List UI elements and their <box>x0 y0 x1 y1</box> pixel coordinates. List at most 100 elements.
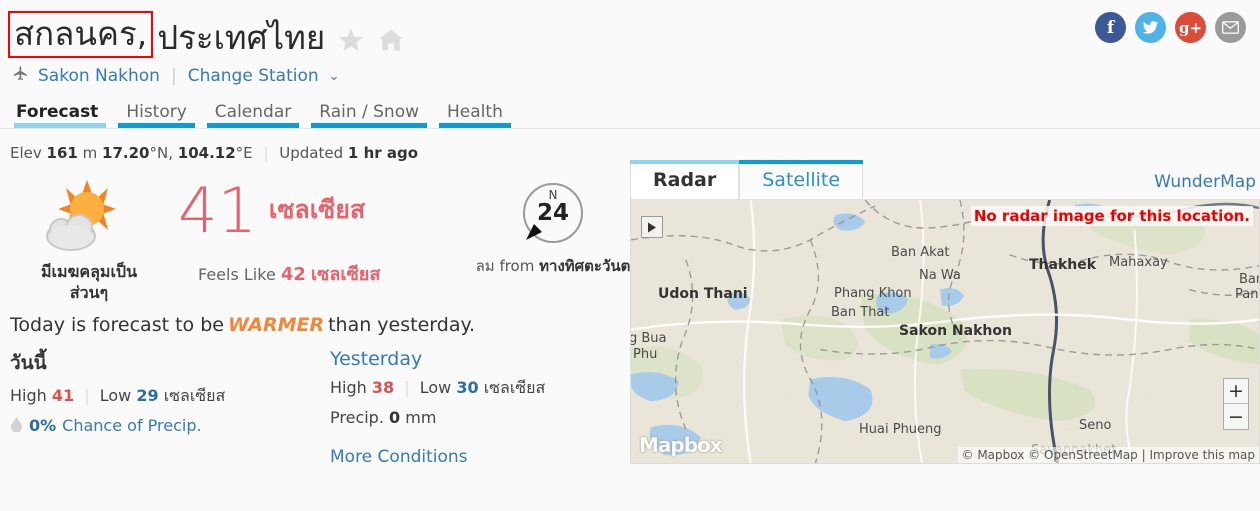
wind-direction-text: ลม from ทางทิศตะวันต <box>458 254 648 278</box>
today-column: วันนี้ High 41 | Low 29 เซลเซียส 0% Chan… <box>10 348 330 467</box>
yesterday-precip-row: Precip. 0 mm <box>330 408 660 427</box>
yesterday-precip-label: Precip. <box>330 407 384 427</box>
zoom-out-button[interactable]: − <box>1224 404 1248 429</box>
updated-value: 1 hr ago <box>347 144 419 162</box>
forecast-headline-emphasis: WARMER <box>227 313 325 336</box>
map-label: Na Wa <box>919 268 961 283</box>
googleplus-share-icon[interactable]: g+ <box>1175 12 1206 43</box>
tab-underline <box>118 123 195 128</box>
today-title: วันนี้ <box>10 351 47 374</box>
today-precip-row: 0% Chance of Precip. <box>10 416 330 436</box>
tab-underline <box>311 123 428 128</box>
map-tab-radar[interactable]: Radar <box>630 160 740 200</box>
yesterday-column: Yesterday High 38 | Low 30 เซลเซียส Prec… <box>330 348 660 467</box>
today-precip-value: 0% <box>29 416 57 436</box>
email-share-icon[interactable] <box>1215 12 1246 43</box>
page-title: สกลนคร, <box>14 13 148 53</box>
map-label: Ban N <box>1239 272 1259 287</box>
home-icon[interactable] <box>377 26 405 58</box>
sun-behind-cloud-icon <box>0 178 178 260</box>
zoom-in-button[interactable]: + <box>1224 379 1248 404</box>
wundermap-link[interactable]: WunderMap <box>1154 172 1256 192</box>
wind-block: N 24 ลม from ทางทิศตะวันต <box>458 174 648 278</box>
today-row-divider: | <box>84 385 90 405</box>
today-high-label: High <box>10 385 47 405</box>
elev-label: Elev <box>10 144 42 162</box>
map-label: Phang Khon <box>834 286 912 301</box>
wind-direction-value: ทางทิศตะวันต <box>539 257 631 275</box>
condition-text: มีเมฆคลุมเป็น ส่วนๆ <box>0 262 178 304</box>
tab-health-label: Health <box>447 102 503 122</box>
tab-health[interactable]: Health <box>433 102 517 128</box>
feels-like-unit: เซลเซียส <box>311 263 381 285</box>
twitter-share-icon[interactable] <box>1135 12 1166 43</box>
wind-compass-icon: N 24 <box>520 180 586 246</box>
map-label: Phu <box>633 347 658 362</box>
condition-text-line2: ส่วนๆ <box>69 282 109 302</box>
map-viewport[interactable]: Ban Akat Na Wa Phang Khon Ban That Thakh… <box>630 200 1260 464</box>
map-label: Ban That <box>831 305 890 320</box>
yesterday-row-divider: | <box>404 377 410 397</box>
map-panel: Radar Satellite WunderMap Ban Akat Na Wa… <box>630 158 1260 464</box>
more-conditions-link[interactable]: More Conditions <box>330 447 660 467</box>
tab-calendar[interactable]: Calendar <box>201 102 305 128</box>
today-low-label: Low <box>99 385 132 405</box>
no-radar-message: No radar image for this location. <box>970 206 1253 226</box>
map-label: g Bua <box>630 331 667 346</box>
map-tabs: Radar Satellite WunderMap <box>630 158 1260 200</box>
station-row: Sakon Nakhon | Change Station ⌄ <box>8 58 1260 88</box>
yesterday-high-label: High <box>330 377 367 397</box>
yesterday-title[interactable]: Yesterday <box>330 348 660 370</box>
map-label: Ban Akat <box>891 245 950 260</box>
airplane-icon <box>10 65 31 87</box>
elev-unit: m <box>82 144 98 162</box>
page-header: สกลนคร, ประเทศไทย Sakon Nakhon | Change … <box>0 0 1260 88</box>
longitude-unit: °E <box>235 144 253 162</box>
yesterday-precip-value: 0 <box>389 407 401 427</box>
tab-history[interactable]: History <box>112 102 200 128</box>
tab-rain-snow-label: Rain / Snow <box>319 102 420 122</box>
today-unit: เซลเซียส <box>163 385 226 405</box>
country-name: ประเทศไทย <box>157 17 326 57</box>
map-attribution[interactable]: © Mapbox © OpenStreetMap | Improve this … <box>957 447 1259 463</box>
map-tab-underline <box>739 160 864 164</box>
yesterday-unit: เซลเซียส <box>483 377 546 397</box>
today-precip-label: Chance of Precip. <box>62 416 202 436</box>
tab-forecast[interactable]: Forecast <box>8 102 112 128</box>
play-icon[interactable] <box>641 216 663 238</box>
tab-history-label: History <box>126 102 187 122</box>
map-label: Seno <box>1079 418 1112 433</box>
yesterday-low-label: Low <box>419 377 452 397</box>
mapbox-logo: Mapbox <box>639 433 723 457</box>
today-high-low-row: High 41 | Low 29 เซลเซียส <box>10 384 330 409</box>
wind-speed-value: 24 <box>536 200 569 226</box>
tab-rain-snow[interactable]: Rain / Snow <box>305 102 433 128</box>
tab-calendar-label: Calendar <box>214 102 292 122</box>
feels-like-value: 42 <box>280 263 306 285</box>
map-label: Thakhek <box>1029 257 1097 273</box>
updated-label: Updated <box>279 144 344 162</box>
nav-tabs: Forecast History Calendar Rain / Snow He… <box>8 102 1260 128</box>
longitude-value: 104.12 <box>177 144 236 162</box>
facebook-share-icon[interactable]: f <box>1095 12 1126 43</box>
condition-block: มีเมฆคลุมเป็น ส่วนๆ <box>0 174 178 304</box>
map-tab-underline <box>630 160 740 164</box>
map-tab-radar-label: Radar <box>653 169 717 191</box>
latitude-value: 17.20 <box>102 144 150 162</box>
location-title-row: สกลนคร, ประเทศไทย <box>8 6 1260 58</box>
map-tab-satellite[interactable]: Satellite <box>739 160 864 200</box>
yesterday-low-value: 30 <box>456 377 479 397</box>
latitude-unit: °N, <box>149 144 174 162</box>
social-share-group: f g+ <box>1095 12 1246 43</box>
star-icon[interactable] <box>337 26 365 58</box>
map-label: Huai Phueng <box>859 422 942 437</box>
station-name-link[interactable]: Sakon Nakhon <box>38 66 160 86</box>
wind-prefix-label: ลม from <box>475 257 535 275</box>
header-divider: | <box>170 66 177 86</box>
map-label: Panan <box>1235 287 1259 302</box>
temperature-block: 41 เซลเซียส Feels Like 42 เซลเซียส <box>178 174 458 288</box>
yesterday-high-value: 38 <box>371 377 395 397</box>
chevron-down-icon[interactable]: ⌄ <box>329 69 340 84</box>
map-label: Mahaxay <box>1109 255 1168 270</box>
change-station-button[interactable]: Change Station <box>188 66 319 86</box>
